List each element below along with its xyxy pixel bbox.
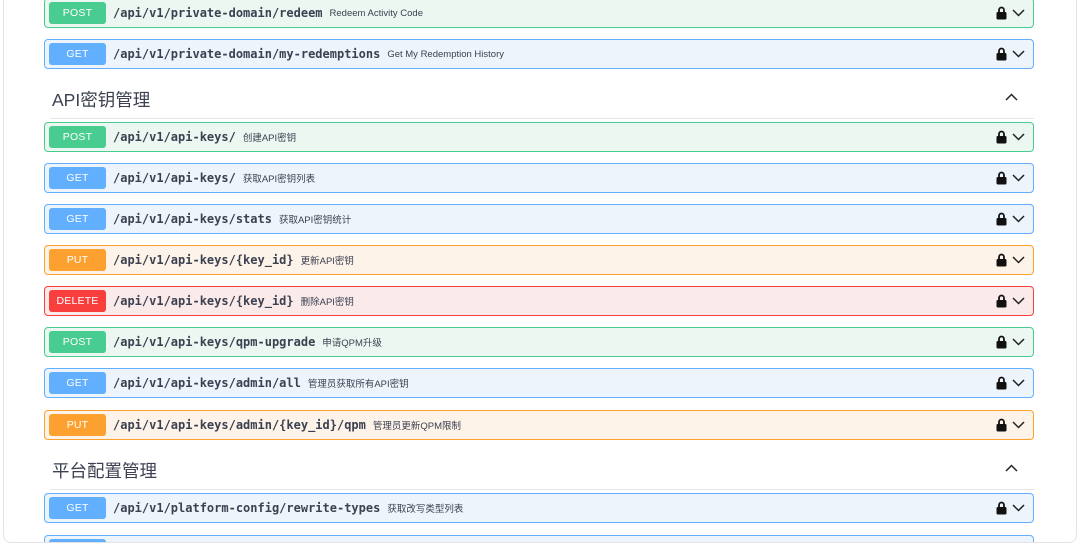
section-header-api-keys[interactable]: API密钥管理 (50, 79, 1034, 119)
chevron-down-icon[interactable] (1012, 9, 1025, 17)
chevron-down-icon[interactable] (1012, 215, 1025, 223)
method-badge: GET (49, 497, 106, 519)
method-badge: POST (49, 331, 106, 353)
chevron-down-icon[interactable] (1012, 133, 1025, 141)
operation-controls (996, 130, 1025, 144)
chevron-down-icon[interactable] (1012, 421, 1025, 429)
operation-summary: 更新API密钥 (300, 256, 354, 267)
section-title: API密钥管理 (52, 90, 151, 110)
chevron-down-icon[interactable] (1012, 174, 1025, 182)
operation-summary: 删除API密钥 (300, 297, 354, 308)
operation-post[interactable]: POST/api/v1/api-keys/创建API密钥 (44, 122, 1034, 152)
lock-icon[interactable] (996, 212, 1007, 226)
method-badge: PUT (49, 249, 106, 271)
operation-path: /api/v1/platform-config/rewrite-types (113, 501, 381, 515)
swagger-window: POST/api/v1/private-domain/redeem Redeem … (3, 0, 1077, 543)
operation-summary: 获取改写类型列表 (387, 504, 464, 515)
lock-icon[interactable] (996, 335, 1007, 349)
chevron-down-icon[interactable] (1012, 504, 1025, 512)
method-badge: PUT (49, 414, 106, 436)
operation-controls (996, 212, 1025, 226)
chevron-down-icon[interactable] (1012, 379, 1025, 387)
chevron-up-icon[interactable] (1005, 93, 1018, 101)
operation-summary: 管理员更新QPM限制 (372, 421, 462, 432)
chevron-down-icon[interactable] (1012, 50, 1025, 58)
operation-summary: Redeem Activity Code (329, 7, 423, 19)
section-header-platform-config[interactable]: 平台配置管理 (50, 450, 1034, 490)
operation-path: /api/v1/api-keys/ (113, 171, 236, 185)
method-badge: DELETE (49, 290, 106, 312)
operation-controls (996, 418, 1025, 432)
operation-delete[interactable]: DELETE/api/v1/api-keys/{key_id} 删除API密钥 (44, 286, 1034, 316)
operation-path: /api/v1/api-keys/{key_id} (113, 253, 294, 267)
operation-controls (996, 171, 1025, 185)
operation-path: /api/v1/api-keys/stats (113, 212, 272, 226)
operation-summary: 申请QPM升级 (322, 338, 382, 349)
lock-icon[interactable] (996, 501, 1007, 515)
operation-controls (996, 6, 1025, 20)
lock-icon[interactable] (996, 294, 1007, 308)
lock-icon[interactable] (996, 47, 1007, 61)
operation-get[interactable]: GET/api/v1/private-domain/my-redemptions… (44, 39, 1034, 69)
operation-get[interactable]: GET (44, 535, 1034, 542)
operation-path: /api/v1/private-domain/my-redemptions (113, 47, 381, 61)
operation-get[interactable]: GET/api/v1/platform-config/rewrite-types… (44, 493, 1034, 523)
operation-post[interactable]: POST/api/v1/api-keys/qpm-upgrade 申请QPM升级 (44, 327, 1034, 357)
operation-get[interactable]: GET/api/v1/api-keys/获取API密钥列表 (44, 163, 1034, 193)
operation-put[interactable]: PUT/api/v1/api-keys/{key_id} 更新API密钥 (44, 245, 1034, 275)
operation-path: /api/v1/api-keys/qpm-upgrade (113, 335, 316, 349)
chevron-up-icon[interactable] (1005, 464, 1018, 472)
operation-get[interactable]: GET/api/v1/api-keys/admin/all 管理员获取所有API密… (44, 368, 1034, 398)
operation-controls (996, 335, 1025, 349)
operation-path: /api/v1/private-domain/redeem (113, 6, 323, 20)
operation-controls (996, 47, 1025, 61)
lock-icon[interactable] (996, 6, 1007, 20)
operation-summary: 管理员获取所有API密钥 (307, 379, 409, 390)
operation-get[interactable]: GET/api/v1/api-keys/stats 获取API密钥统计 (44, 204, 1034, 234)
operation-summary: 创建API密钥 (242, 133, 297, 144)
method-badge: GET (49, 167, 106, 189)
operation-path: /api/v1/api-keys/admin/{key_id}/qpm (113, 418, 366, 432)
lock-icon[interactable] (996, 130, 1007, 144)
operation-post[interactable]: POST/api/v1/private-domain/redeem Redeem … (44, 0, 1034, 28)
operation-put[interactable]: PUT/api/v1/api-keys/admin/{key_id}/qpm 管理… (44, 410, 1034, 440)
lock-icon[interactable] (996, 376, 1007, 390)
operation-summary: 获取API密钥列表 (242, 174, 316, 185)
operation-summary: Get My Redemption History (387, 48, 504, 60)
method-badge: GET (49, 208, 106, 230)
method-badge: GET (49, 372, 106, 394)
operation-controls (996, 376, 1025, 390)
chevron-down-icon[interactable] (1012, 338, 1025, 346)
method-badge: GET (49, 43, 106, 65)
method-badge: GET (49, 539, 106, 542)
operation-controls (996, 253, 1025, 267)
operation-path: /api/v1/api-keys/admin/all (113, 376, 301, 390)
lock-icon[interactable] (996, 171, 1007, 185)
section-title: 平台配置管理 (52, 461, 157, 481)
method-badge: POST (49, 126, 106, 148)
operation-summary: 获取API密钥统计 (278, 215, 352, 226)
operation-path: /api/v1/api-keys/{key_id} (113, 294, 294, 308)
chevron-down-icon[interactable] (1012, 256, 1025, 264)
lock-icon[interactable] (996, 253, 1007, 267)
operation-controls (996, 501, 1025, 515)
operation-controls (996, 294, 1025, 308)
lock-icon[interactable] (996, 418, 1007, 432)
method-badge: POST (49, 2, 106, 24)
operation-path: /api/v1/api-keys/ (113, 130, 236, 144)
chevron-down-icon[interactable] (1012, 297, 1025, 305)
